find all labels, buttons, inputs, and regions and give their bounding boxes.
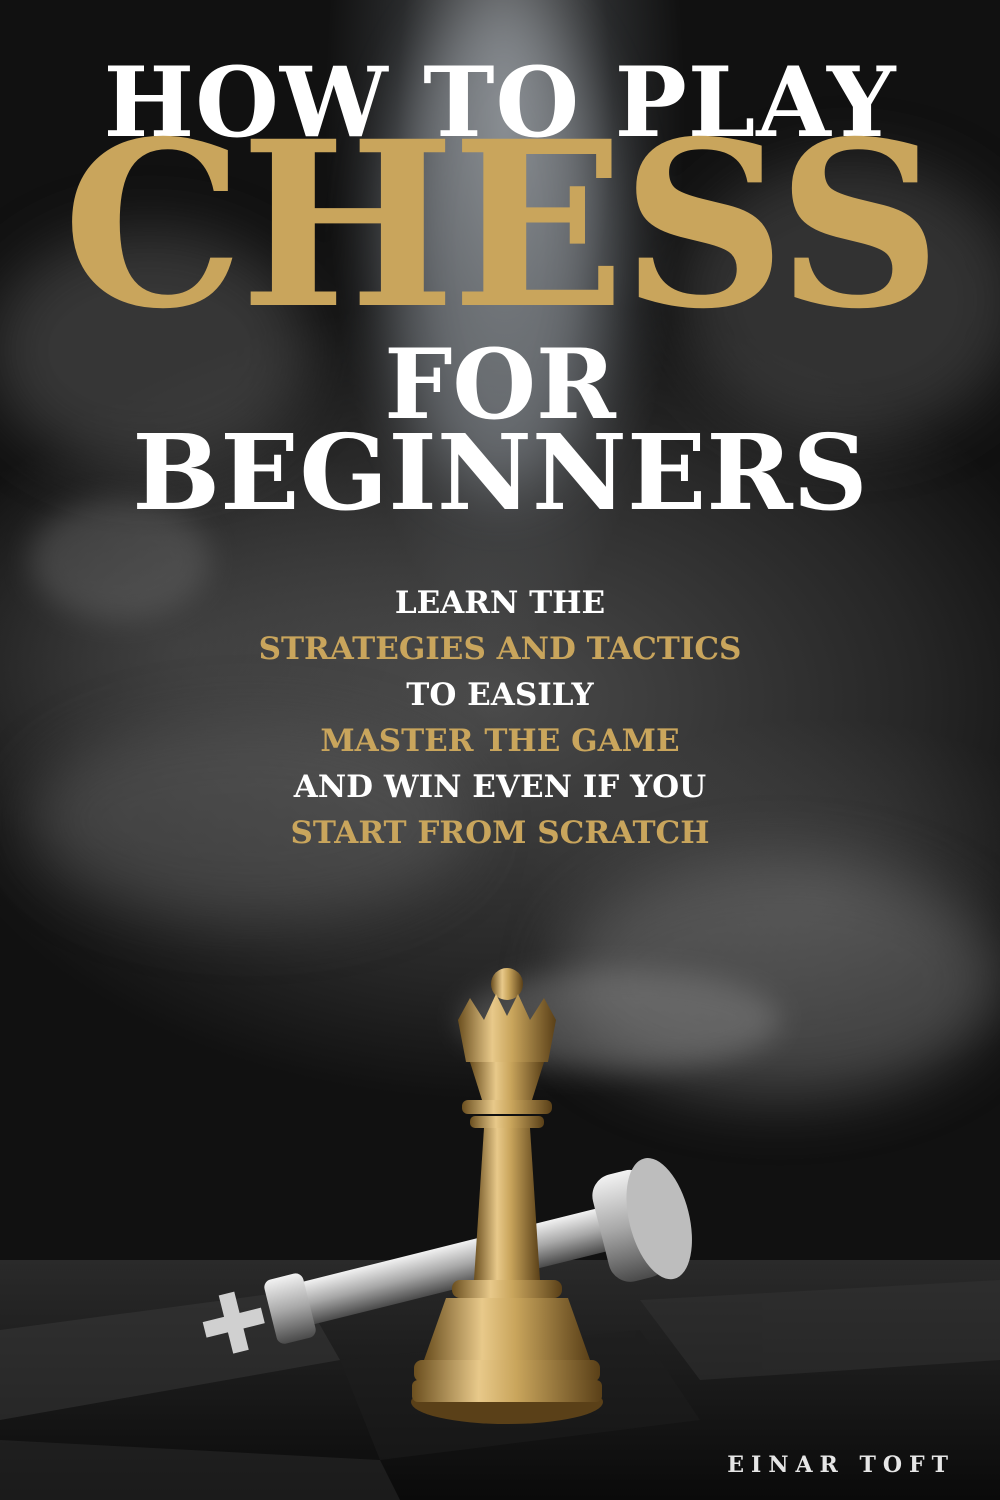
subtitle: LEARN THE STRATEGIES AND TACTICS TO EASI… bbox=[0, 580, 1000, 856]
title-line-chess: CHESS bbox=[62, 91, 942, 359]
gold-queen-icon bbox=[411, 968, 603, 1424]
subtitle-line: START FROM SCRATCH bbox=[290, 815, 710, 851]
book-cover: HOW TO PLAY CHESS FOR BEGINNERS LEARN TH… bbox=[0, 0, 1000, 1500]
subtitle-line: AND WIN EVEN IF YOU bbox=[293, 769, 707, 805]
title-line-beginners: BEGINNERS bbox=[132, 411, 868, 534]
author-name: EINAR TOFT bbox=[727, 1452, 955, 1478]
subtitle-line: LEARN THE bbox=[394, 585, 606, 621]
chess-pieces-illustration bbox=[202, 968, 692, 1424]
subtitle-line: STRATEGIES AND TACTICS bbox=[258, 631, 742, 667]
subtitle-line: MASTER THE GAME bbox=[320, 723, 680, 759]
subtitle-line: TO EASILY bbox=[406, 677, 594, 713]
